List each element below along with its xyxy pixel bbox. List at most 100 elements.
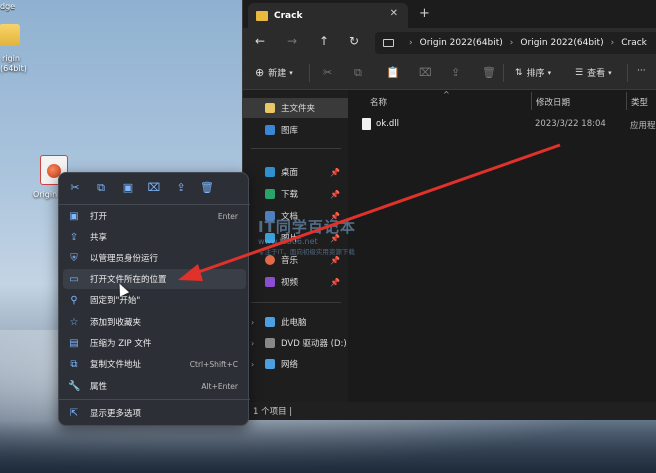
- refresh-icon[interactable]: ↻: [349, 34, 359, 48]
- column-divider[interactable]: [626, 92, 627, 110]
- menu-item-open[interactable]: ▣ 打开 Enter: [63, 206, 246, 226]
- pin-icon[interactable]: 📌: [330, 278, 340, 287]
- file-name: ok.dll: [376, 119, 399, 129]
- share-icon[interactable]: ⇪: [173, 180, 189, 196]
- menu-item-compress-zip[interactable]: ▤ 压缩为 ZIP 文件: [63, 333, 246, 353]
- breadcrumb[interactable]: › Origin 2022(64bit) › Origin 2022(64bit…: [375, 32, 656, 54]
- column-header-date[interactable]: 修改日期: [536, 96, 570, 108]
- menu-item-pin-to-start[interactable]: ⚲ 固定到"开始": [63, 290, 246, 310]
- up-arrow-icon[interactable]: ↑: [319, 34, 329, 48]
- view-button[interactable]: ☰ 查看 ▾: [575, 66, 612, 80]
- chevron-right-icon[interactable]: ›: [251, 360, 254, 369]
- breadcrumb-item[interactable]: Origin 2022(64bit): [520, 38, 603, 48]
- menu-item-add-to-favorites[interactable]: ☆ 添加到收藏夹: [63, 312, 246, 332]
- sidebar-item-network[interactable]: › 网络: [243, 354, 348, 374]
- menu-item-label: 添加到收藏夹: [90, 318, 142, 328]
- desktop-folder-label: rigin: [2, 54, 20, 63]
- menu-item-properties[interactable]: 🔧 属性 Alt+Enter: [63, 376, 246, 396]
- delete-icon[interactable]: 🗑: [199, 180, 215, 196]
- view-icon: ☰: [575, 67, 584, 78]
- pin-icon: ⚲: [70, 294, 78, 306]
- chevron-right-icon: ›: [409, 38, 413, 48]
- menu-item-label: 共享: [90, 233, 108, 243]
- sidebar-item-gallery[interactable]: 图库: [243, 120, 348, 140]
- sort-button-label: 排序: [526, 69, 545, 79]
- desktop-folder-icon[interactable]: [0, 24, 20, 46]
- menu-item-run-as-admin[interactable]: ⛨ 以管理员身份运行: [63, 248, 246, 268]
- column-header-name[interactable]: 名称: [370, 96, 387, 108]
- rename-icon[interactable]: ⌧: [146, 180, 162, 196]
- close-icon[interactable]: ✕: [390, 8, 398, 19]
- menu-item-open-file-location[interactable]: ▭ 打开文件所在的位置: [63, 269, 246, 289]
- sidebar-item-videos[interactable]: 视频 📌: [243, 272, 348, 292]
- delete-icon[interactable]: 🗑: [482, 66, 496, 79]
- new-button-label: 新建: [268, 69, 287, 79]
- context-menu: ✂ ⧉ ▣ ⌧ ⇪ 🗑 ▣ 打开 Enter ⇪ 共享 ⛨ 以管理员身份运行 ▭…: [58, 172, 250, 426]
- chevron-down-icon: ▾: [289, 68, 293, 77]
- copy-icon[interactable]: ⧉: [93, 180, 109, 196]
- menu-item-shortcut: Ctrl+Shift+C: [189, 359, 238, 369]
- pc-icon: [265, 317, 275, 327]
- origin-shortcut-label: Origin: [33, 190, 58, 199]
- folder-icon: [256, 10, 268, 21]
- address-bar: ← → ↑ ↻ › Origin 2022(64bit) › Origin 20…: [243, 28, 656, 56]
- sidebar-item-label: 图库: [281, 126, 299, 136]
- dvd-drive-icon: [265, 338, 275, 348]
- paste-icon[interactable]: ▣: [120, 180, 136, 196]
- pin-icon[interactable]: 📌: [330, 190, 340, 199]
- forward-arrow-icon[interactable]: →: [287, 34, 297, 48]
- chevron-right-icon: ›: [509, 38, 514, 48]
- column-header-type[interactable]: 类型: [631, 96, 648, 108]
- desktop-folder-sublabel: (64bit): [0, 64, 27, 73]
- pin-icon[interactable]: 📌: [330, 168, 340, 177]
- rename-icon[interactable]: ⌧: [419, 66, 432, 79]
- pin-icon[interactable]: 📌: [330, 256, 340, 265]
- cut-icon[interactable]: ✂: [67, 180, 83, 196]
- watermark-site: www.tsb06.net: [258, 237, 318, 246]
- chevron-right-icon[interactable]: ›: [251, 339, 254, 348]
- menu-item-label: 显示更多选项: [90, 409, 142, 419]
- divider: [627, 64, 628, 82]
- menu-item-label: 打开文件所在的位置: [90, 275, 167, 285]
- tab-crack[interactable]: Crack ✕: [248, 3, 408, 28]
- sidebar-item-this-pc[interactable]: › 此电脑: [243, 312, 348, 332]
- menu-item-label: 压缩为 ZIP 文件: [90, 339, 152, 349]
- column-divider[interactable]: [531, 92, 532, 110]
- menu-item-show-more-options[interactable]: ⇱ 显示更多选项: [63, 403, 246, 423]
- sort-button[interactable]: ⇅ 排序 ▾: [515, 66, 551, 80]
- divider: [59, 204, 250, 205]
- menu-item-share[interactable]: ⇪ 共享: [63, 227, 246, 247]
- more-options-button[interactable]: ···: [637, 66, 646, 76]
- sidebar-item-home[interactable]: 主文件夹: [243, 98, 348, 118]
- sidebar-item-downloads[interactable]: 下载 📌: [243, 184, 348, 204]
- sidebar-item-label: 此电脑: [281, 318, 307, 328]
- new-tab-button[interactable]: +: [419, 6, 430, 21]
- file-explorer-window: Crack ✕ + ← → ↑ ↻ › Origin 2022(64bit) ›…: [242, 0, 656, 420]
- breadcrumb-item[interactable]: Origin 2022(64bit): [420, 38, 503, 48]
- view-button-label: 查看: [587, 69, 606, 79]
- explorer-titlebar: Crack ✕ +: [243, 0, 656, 28]
- menu-item-copy-path[interactable]: ⧉ 复制文件地址 Ctrl+Shift+C: [63, 354, 246, 374]
- chevron-right-icon[interactable]: ›: [251, 318, 254, 327]
- share-icon: ⇪: [69, 231, 79, 243]
- open-icon: ▣: [69, 210, 79, 222]
- breadcrumb-item[interactable]: Crack: [621, 38, 647, 48]
- share-icon[interactable]: ⇪: [451, 66, 460, 79]
- copy-icon[interactable]: ⧉: [354, 66, 362, 80]
- watermark: IT同学百记本 www.tsb06.net 专注于IT，面向初级实用资源下载: [258, 216, 408, 256]
- plus-circle-icon: ⊕: [255, 66, 265, 79]
- status-bar: 1 个项目 |: [243, 402, 656, 420]
- paste-icon[interactable]: 📋: [386, 66, 400, 79]
- new-button[interactable]: ⊕ 新建 ▾: [255, 66, 293, 79]
- table-row[interactable]: ok.dll 2023/3/22 18:04 应用程: [348, 116, 656, 134]
- video-icon: [265, 277, 275, 287]
- cut-icon[interactable]: ✂: [323, 66, 332, 79]
- context-menu-quick-actions: ✂ ⧉ ▣ ⌧ ⇪ 🗑: [59, 173, 250, 203]
- menu-item-label: 复制文件地址: [90, 360, 142, 370]
- sidebar-item-desktop[interactable]: 桌面 📌: [243, 162, 348, 182]
- menu-item-label: 属性: [90, 382, 108, 392]
- back-arrow-icon[interactable]: ←: [255, 34, 265, 48]
- sidebar-item-dvd-drive[interactable]: › DVD 驱动器 (D:) C: [243, 333, 348, 353]
- divider: [503, 64, 504, 82]
- divider: [309, 64, 310, 82]
